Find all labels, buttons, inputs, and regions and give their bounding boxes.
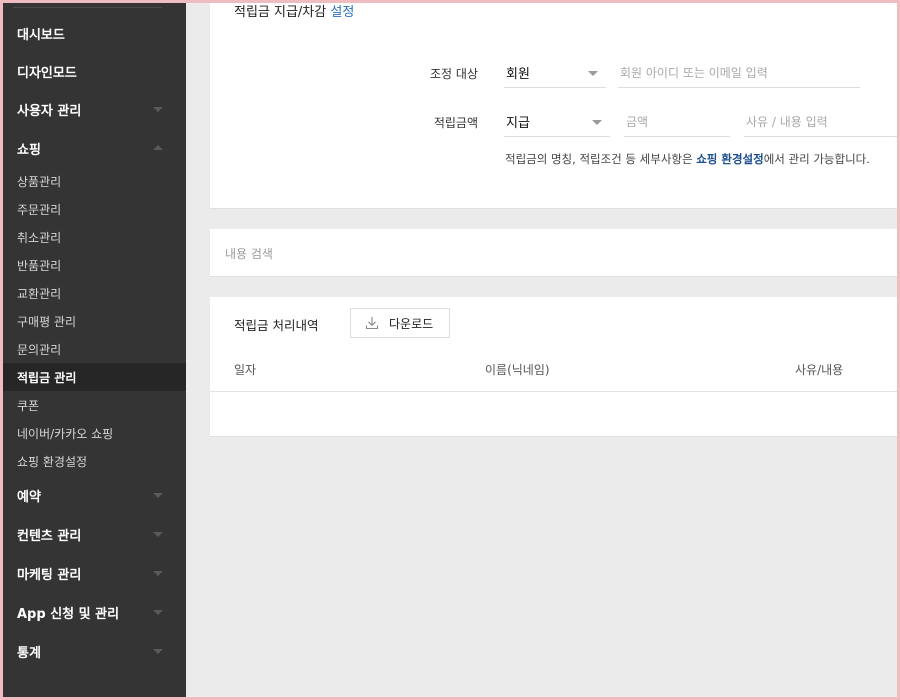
chevron-down-icon — [153, 532, 163, 537]
sidebar-item-label: 쇼핑 환경설정 — [17, 454, 88, 469]
sidebar-item-contents[interactable]: 컨텐츠 관리 — [3, 516, 186, 552]
sidebar-item-returns[interactable]: 반품관리 — [3, 251, 186, 279]
content-search-label[interactable]: 내용 검색 — [225, 245, 273, 262]
sidebar-item-label: 상품관리 — [17, 174, 62, 189]
chevron-down-icon — [153, 107, 163, 112]
sidebar-item-dashboard[interactable]: 대시보드 — [3, 15, 186, 51]
sidebar-item-cancellations[interactable]: 취소관리 — [3, 223, 186, 251]
download-button[interactable]: 다운로드 — [350, 308, 450, 338]
sidebar-item-label: 예약 — [17, 489, 41, 505]
history-card: 적립금 처리내역 다운로드 일자 이름(닉네임) 사유/내용 — [210, 297, 897, 437]
sidebar-item-user-management[interactable]: 사용자 관리 — [3, 91, 186, 127]
chevron-up-icon — [153, 145, 163, 150]
shop-settings-link[interactable]: 쇼핑 환경설정 — [696, 152, 763, 166]
sidebar-item-points[interactable]: 적립금 관리 — [3, 363, 186, 391]
help-text-prefix: 적립금의 명칭, 적립조건 등 세부사항은 — [505, 152, 697, 166]
sidebar-item-orders[interactable]: 주문관리 — [3, 195, 186, 223]
sidebar-item-label: 통계 — [17, 645, 41, 661]
sidebar-item-shop-settings[interactable]: 쇼핑 환경설정 — [3, 447, 186, 475]
sidebar-item-naver-kakao-shopping[interactable]: 네이버/카카오 쇼핑 — [3, 419, 186, 447]
help-text: 적립금의 명칭, 적립조건 등 세부사항은 쇼핑 환경설정에서 관리 가능합니다… — [505, 151, 870, 167]
main-content: 적립금 지급/차감 설정 조정 대상 회원 적립금액 지급 적립금의 명칭, 적… — [186, 3, 897, 697]
sidebar-item-label: 취소관리 — [17, 230, 62, 245]
download-button-label: 다운로드 — [389, 316, 434, 331]
member-search-input[interactable] — [618, 58, 860, 88]
reason-input[interactable] — [744, 107, 897, 137]
section-title: 적립금 지급/차감 설정 — [234, 3, 354, 20]
sidebar-item-exchanges[interactable]: 교환관리 — [3, 279, 186, 307]
sidebar-item-products[interactable]: 상품관리 — [3, 167, 186, 195]
sidebar-item-label: App 신청 및 관리 — [17, 606, 120, 622]
target-select[interactable]: 회원 — [504, 58, 606, 88]
chevron-down-icon — [153, 610, 163, 615]
chevron-down-icon — [588, 71, 598, 76]
sidebar-item-inquiries[interactable]: 문의관리 — [3, 335, 186, 363]
sidebar: 대시보드 디자인모드 사용자 관리 쇼핑 상품관리 주문관리 취소관리 반품관리… — [3, 3, 186, 697]
sidebar-item-label: 디자인모드 — [17, 65, 77, 81]
history-title: 적립금 처리내역 — [234, 318, 319, 333]
chevron-down-icon — [153, 493, 163, 498]
amount-type-select[interactable]: 지급 — [504, 107, 610, 137]
column-header-name: 이름(닉네임) — [485, 363, 550, 377]
sidebar-item-label: 사용자 관리 — [17, 103, 82, 119]
sidebar-item-label: 주문관리 — [17, 202, 62, 217]
sidebar-item-label: 네이버/카카오 쇼핑 — [17, 426, 114, 441]
sidebar-item-label: 반품관리 — [17, 258, 62, 273]
section-title-text: 적립금 지급/차감 — [234, 5, 327, 20]
column-header-date: 일자 — [234, 363, 257, 377]
download-icon — [365, 317, 379, 330]
chevron-down-icon — [153, 649, 163, 654]
sidebar-item-shopping[interactable]: 쇼핑 — [3, 130, 186, 166]
sidebar-item-label: 대시보드 — [17, 27, 65, 43]
sidebar-item-design-mode[interactable]: 디자인모드 — [3, 53, 186, 89]
target-label: 조정 대상 — [430, 67, 478, 81]
sidebar-item-label: 구매평 관리 — [17, 314, 77, 329]
sidebar-item-label: 컨텐츠 관리 — [17, 528, 82, 544]
table-divider — [210, 391, 897, 392]
help-text-suffix: 에서 관리 가능합니다. — [763, 152, 870, 166]
chevron-down-icon — [592, 120, 602, 125]
search-card[interactable]: 내용 검색 — [210, 229, 897, 277]
amount-type-value: 지급 — [506, 116, 530, 131]
sidebar-item-label: 문의관리 — [17, 342, 62, 357]
chevron-down-icon — [153, 571, 163, 576]
sidebar-item-coupons[interactable]: 쿠폰 — [3, 391, 186, 419]
sidebar-item-label: 쿠폰 — [17, 398, 40, 413]
sidebar-item-statistics[interactable]: 통계 — [3, 633, 186, 669]
amount-label: 적립금액 — [433, 116, 478, 130]
sidebar-item-label: 마케팅 관리 — [17, 567, 82, 583]
sidebar-item-reviews[interactable]: 구매평 관리 — [3, 307, 186, 335]
target-select-value: 회원 — [506, 67, 530, 82]
sidebar-item-label: 적립금 관리 — [17, 370, 77, 385]
sidebar-item-label: 교환관리 — [17, 286, 62, 301]
sidebar-item-reservations[interactable]: 예약 — [3, 477, 186, 513]
column-header-reason: 사유/내용 — [795, 363, 844, 377]
sidebar-divider — [13, 7, 162, 8]
sidebar-item-marketing[interactable]: 마케팅 관리 — [3, 555, 186, 591]
sidebar-item-label: 쇼핑 — [17, 142, 41, 158]
app-frame: 대시보드 디자인모드 사용자 관리 쇼핑 상품관리 주문관리 취소관리 반품관리… — [3, 3, 897, 697]
settings-link[interactable]: 설정 — [330, 5, 354, 20]
points-adjust-card: 적립금 지급/차감 설정 조정 대상 회원 적립금액 지급 적립금의 명칭, 적… — [210, 3, 897, 209]
amount-input[interactable] — [624, 107, 730, 137]
sidebar-item-app-request[interactable]: App 신청 및 관리 — [3, 594, 186, 630]
